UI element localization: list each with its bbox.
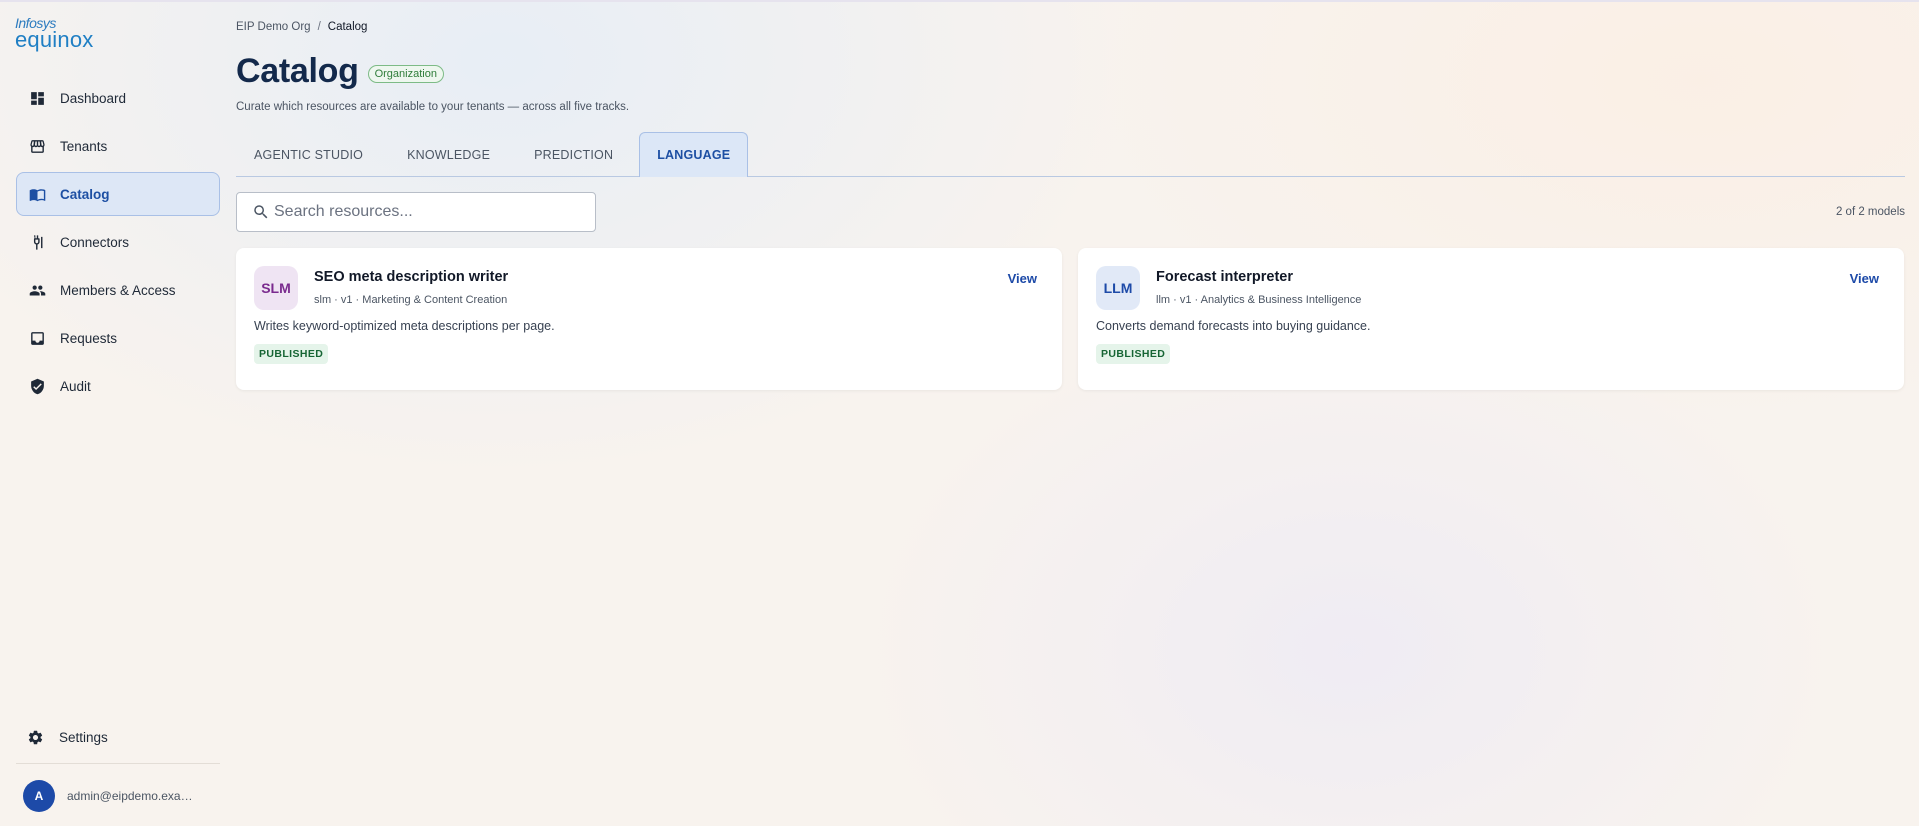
tab-language[interactable]: LANGUAGE	[639, 132, 749, 177]
sidebar-item-tenants[interactable]: Tenants	[16, 124, 220, 168]
resource-card: SLM SEO meta description writer slm · v1…	[236, 248, 1062, 390]
search-box[interactable]	[236, 192, 596, 232]
sidebar-item-label: Requests	[60, 330, 118, 346]
shield-check-icon	[28, 377, 46, 395]
breadcrumb-separator: /	[317, 21, 321, 33]
sidebar-item-label: Tenants	[60, 138, 108, 154]
sidebar-item-settings[interactable]: Settings	[16, 715, 220, 759]
dashboard-icon	[28, 89, 46, 107]
avatar: A	[23, 780, 55, 812]
resource-meta: slm · v1 · Marketing & Content Creation	[314, 294, 508, 306]
tab-prediction[interactable]: PREDICTION	[516, 132, 631, 177]
resource-description: Writes keyword-optimized meta descriptio…	[254, 319, 555, 333]
settings-label: Settings	[59, 729, 108, 745]
tab-knowledge[interactable]: KNOWLEDGE	[389, 132, 508, 177]
sidebar-item-label: Members & Access	[60, 282, 176, 298]
page-title: Catalog	[236, 52, 359, 90]
sidebar-item-label: Audit	[60, 378, 91, 394]
sidebar-item-catalog[interactable]: Catalog	[16, 172, 220, 216]
breadcrumb-parent[interactable]: EIP Demo Org	[236, 21, 311, 33]
catalog-book-icon	[28, 185, 46, 203]
connector-plug-icon	[28, 233, 46, 251]
resource-meta: llm · v1 · Analytics & Business Intellig…	[1156, 294, 1362, 306]
people-icon	[28, 281, 46, 299]
page-subtitle: Curate which resources are available to …	[236, 101, 630, 113]
resource-card: LLM Forecast interpreter llm · v1 · Anal…	[1078, 248, 1904, 390]
user-account[interactable]: A admin@eipdemo.example.com	[23, 780, 197, 812]
sidebar-item-connectors[interactable]: Connectors	[16, 220, 220, 264]
status-badge: PUBLISHED	[254, 344, 329, 364]
breadcrumb: EIP Demo Org / Catalog	[236, 21, 367, 33]
model-type-icon: SLM	[254, 266, 298, 310]
infosys-equinox-logo[interactable]: Infosys equinox	[15, 16, 105, 52]
resource-name: SEO meta description writer	[314, 269, 509, 285]
tab-agentic-studio[interactable]: AGENTIC STUDIO	[236, 132, 381, 177]
search-icon	[254, 205, 268, 219]
sidebar-nav: Dashboard Tenants Catalog Connectors Mem…	[16, 76, 220, 412]
gear-icon	[27, 728, 45, 746]
logo-line-2: equinox	[15, 27, 94, 52]
sidebar-item-audit[interactable]: Audit	[16, 364, 220, 408]
user-email: admin@eipdemo.example.com	[67, 789, 197, 803]
sidebar-item-label: Connectors	[60, 234, 130, 250]
sidebar-item-label: Catalog	[60, 186, 110, 202]
view-button[interactable]: View	[1008, 271, 1037, 286]
sidebar-item-label: Dashboard	[60, 90, 127, 106]
storefront-icon	[28, 137, 46, 155]
resource-description: Converts demand forecasts into buying gu…	[1096, 319, 1371, 333]
scope-badge: Organization	[367, 64, 444, 83]
results-count: 2 of 2 models	[1835, 206, 1905, 218]
sidebar-item-members-access[interactable]: Members & Access	[16, 268, 220, 312]
breadcrumb-current: Catalog	[327, 21, 368, 33]
sidebar-item-requests[interactable]: Requests	[16, 316, 220, 360]
resource-cards: SLM SEO meta description writer slm · v1…	[236, 248, 1905, 390]
top-border	[0, 0, 1919, 2]
sidebar: Infosys equinox Dashboard Tenants Catalo…	[0, 0, 236, 826]
sidebar-item-dashboard[interactable]: Dashboard	[16, 76, 220, 120]
resource-name: Forecast interpreter	[1156, 269, 1293, 285]
track-tabs: AGENTIC STUDIO KNOWLEDGE PREDICTION LANG…	[236, 132, 1905, 177]
model-type-icon: LLM	[1096, 266, 1140, 310]
inbox-icon	[28, 329, 46, 347]
status-badge: PUBLISHED	[1096, 344, 1171, 364]
title-row: Catalog Organization	[236, 52, 444, 91]
search-input[interactable]	[274, 203, 574, 221]
sidebar-divider	[16, 763, 220, 764]
view-button[interactable]: View	[1850, 271, 1879, 286]
